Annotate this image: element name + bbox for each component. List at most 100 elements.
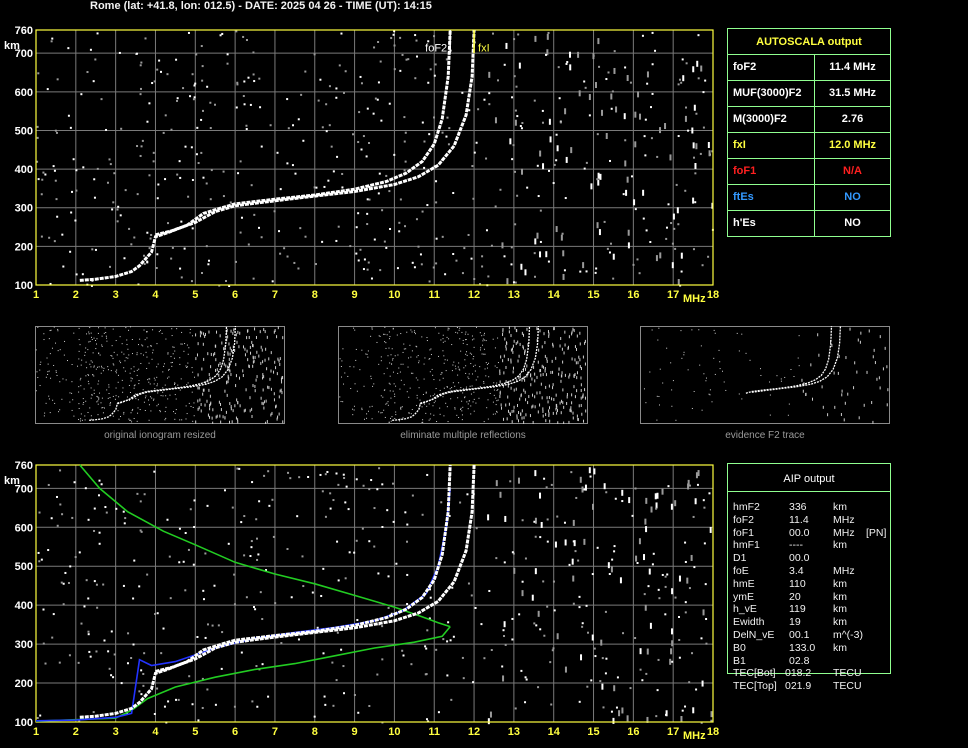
- noise-dot: [299, 227, 302, 230]
- noise-dot: [874, 361, 876, 365]
- noise-dot: [81, 273, 84, 276]
- noise-dot: [572, 602, 575, 605]
- noise-dot: [634, 487, 637, 490]
- noise-dot: [137, 399, 139, 401]
- noise-dot: [278, 359, 280, 363]
- noise-dot: [518, 354, 520, 358]
- noise-dot: [705, 618, 708, 621]
- noise-dot: [420, 263, 423, 266]
- noise-dot: [249, 103, 252, 106]
- noise-dot: [473, 410, 475, 412]
- noise-dot: [84, 415, 86, 417]
- noise-dot: [494, 117, 497, 124]
- noise-dot: [449, 639, 452, 642]
- noise-dot: [90, 387, 92, 389]
- noise-dot: [383, 373, 385, 375]
- noise-dot: [328, 124, 331, 127]
- noise-dot: [542, 409, 544, 413]
- noise-dot: [200, 403, 202, 407]
- noise-dot: [533, 252, 536, 255]
- noise-dot: [98, 366, 100, 368]
- noise-dot: [273, 330, 275, 334]
- noise-dot: [544, 369, 546, 373]
- noise-dot: [537, 195, 540, 198]
- noise-dot: [847, 392, 849, 396]
- noise-dot: [164, 178, 167, 181]
- noise-dot: [169, 394, 171, 396]
- noise-dot: [225, 280, 228, 283]
- noise-dot: [489, 392, 491, 394]
- noise-dot: [250, 184, 253, 187]
- noise-dot: [152, 352, 154, 354]
- noise-dot: [148, 174, 151, 177]
- noise-dot: [359, 369, 361, 371]
- noise-dot: [461, 272, 464, 275]
- noise-dot: [626, 176, 629, 183]
- noise-dot: [92, 352, 94, 354]
- noise-dot: [87, 518, 90, 521]
- noise-dot: [332, 170, 335, 173]
- noise-dot: [788, 403, 790, 405]
- noise-dot: [396, 334, 398, 336]
- noise-dot: [574, 395, 576, 399]
- noise-dot: [170, 128, 173, 131]
- noise-dot: [497, 399, 499, 401]
- noise-dot: [645, 497, 648, 504]
- noise-dot: [392, 33, 395, 36]
- noise-dot: [39, 385, 41, 387]
- noise-dot: [539, 329, 541, 333]
- noise-dot: [204, 636, 207, 639]
- x-tick-label: 5: [192, 726, 198, 738]
- noise-dot: [678, 575, 681, 582]
- noise-dot: [457, 366, 459, 368]
- noise-dot: [387, 401, 389, 403]
- noise-dot: [54, 402, 56, 404]
- noise-dot: [517, 340, 519, 344]
- noise-dot: [638, 272, 641, 275]
- noise-dot: [499, 369, 501, 373]
- noise-dot: [191, 335, 193, 337]
- noise-dot: [282, 336, 284, 340]
- noise-dot: [576, 376, 578, 380]
- noise-dot: [466, 354, 468, 356]
- noise-dot: [304, 235, 307, 238]
- noise-dot: [610, 242, 613, 245]
- noise-dot: [425, 391, 427, 393]
- noise-dot: [472, 365, 474, 367]
- noise-dot: [677, 83, 680, 86]
- noise-dot: [48, 338, 50, 340]
- noise-dot: [853, 386, 855, 390]
- noise-dot: [459, 501, 462, 504]
- noise-dot: [87, 630, 90, 633]
- noise-dot: [201, 65, 204, 68]
- noise-dot: [561, 232, 564, 235]
- noise-dot: [48, 395, 50, 397]
- noise-dot: [562, 388, 564, 392]
- noise-dot: [560, 234, 563, 241]
- noise-dot: [209, 402, 211, 406]
- noise-dot: [197, 386, 199, 390]
- noise-dot: [490, 648, 493, 651]
- noise-dot: [578, 595, 581, 598]
- noise-dot: [460, 407, 462, 409]
- noise-dot: [512, 350, 514, 354]
- noise-dot: [157, 403, 159, 405]
- noise-dot: [542, 365, 544, 369]
- noise-dot: [555, 356, 557, 360]
- noise-dot: [503, 635, 506, 638]
- ionogram-chart: 1 2 3 4 5 6 7 8 9 10 11 12 13 14 15 16 17 181002003004005…: [4, 25, 719, 305]
- noise-dot: [613, 550, 616, 553]
- noise-dot: [645, 672, 648, 675]
- noise-dot: [879, 386, 881, 390]
- noise-dot: [471, 335, 473, 337]
- noise-dot: [272, 535, 275, 538]
- noise-dot: [143, 493, 146, 496]
- noise-dot: [193, 415, 195, 417]
- noise-dot: [797, 357, 799, 359]
- noise-dot: [426, 340, 428, 342]
- noise-dot: [109, 404, 111, 406]
- noise-dot: [415, 218, 418, 221]
- noise-dot: [392, 358, 394, 360]
- noise-dot: [140, 669, 143, 672]
- noise-dot: [487, 418, 489, 420]
